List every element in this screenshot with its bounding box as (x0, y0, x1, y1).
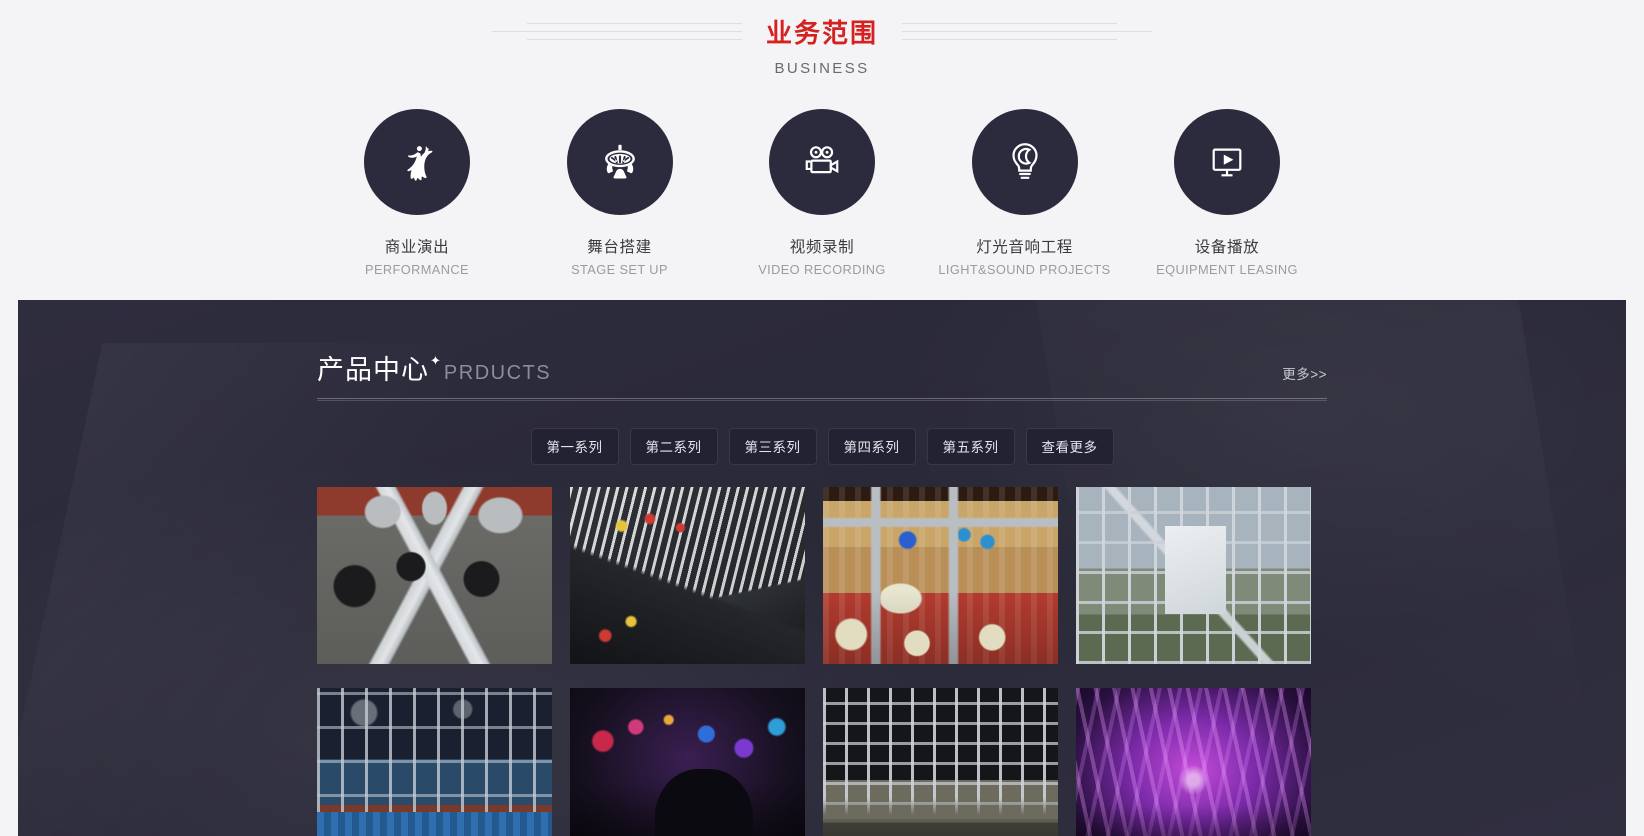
products-title-en: PRDUCTS (443, 362, 552, 384)
tab-series-5[interactable]: 第五系列 (926, 428, 1015, 465)
business-heading-en: BUSINESS (774, 60, 870, 77)
lightbulb-moon-icon (1011, 143, 1038, 179)
thumb-image (823, 688, 1058, 836)
service-icon-circle (769, 109, 875, 215)
products-header: 产品中心✦ PRDUCTS 更多>> (317, 348, 1327, 398)
service-label-cn: 商业演出 (384, 239, 450, 256)
products-section: 产品中心✦ PRDUCTS 更多>> 第一系列 第二系列 第三系列 第四系列 第… (18, 300, 1626, 836)
service-label-en: STAGE SET UP (571, 262, 668, 277)
service-icon-circle (364, 109, 470, 215)
tab-series-1[interactable]: 第一系列 (530, 428, 619, 465)
service-item-video-recording[interactable]: 视频录制 VIDEO RECORDING (722, 109, 922, 277)
service-label-cn: 视频录制 (789, 239, 855, 256)
thumb-image (570, 487, 805, 664)
products-title-wrap: 产品中心✦ PRDUCTS (317, 348, 551, 387)
business-heading-block: 业务范围 BUSINESS (0, 0, 1644, 77)
product-thumb-stage-lighting-par-cans[interactable] (317, 487, 552, 664)
sparkle-icon: ✦ (430, 353, 442, 368)
service-label-cn: 舞台搭建 (587, 239, 652, 256)
tab-view-more[interactable]: 查看更多 (1025, 428, 1114, 465)
product-thumb-audio-mixing-console[interactable] (570, 487, 805, 664)
thumb-image (317, 487, 552, 664)
stadium-icon (604, 144, 635, 179)
thumb-image (570, 688, 805, 836)
service-label-en: PERFORMANCE (365, 262, 469, 277)
products-header-divider (317, 398, 1327, 401)
product-thumb-purple-concert-stage-lights[interactable] (1076, 688, 1311, 836)
service-item-equipment-leasing[interactable]: 设备播放 EQUIPMENT LEASING (1127, 109, 1327, 277)
service-icon-circle (971, 109, 1078, 215)
service-label-cn: 灯光音响工程 (976, 239, 1073, 256)
service-item-stage-setup[interactable]: 舞台搭建 STAGE SET UP (520, 109, 720, 277)
thumb-image (1076, 688, 1311, 836)
product-thumb-indoor-banquet-truss-stage[interactable] (823, 487, 1058, 664)
service-item-performance[interactable]: 商业演出 PERFORMANCE (317, 109, 517, 277)
product-gallery (317, 487, 1327, 836)
series-tabs: 第一系列 第二系列 第三系列 第四系列 第五系列 查看更多 (317, 428, 1327, 465)
product-thumb-dj-booth-night-event[interactable] (570, 688, 805, 836)
tab-series-3[interactable]: 第三系列 (728, 428, 817, 465)
service-label-en: LIGHT&SOUND PROJECTS (938, 262, 1111, 277)
tab-series-4[interactable]: 第四系列 (827, 428, 916, 465)
products-title-cn-text: 产品中心 (317, 355, 429, 385)
products-title-cn: 产品中心✦ (317, 348, 441, 387)
thumb-image (823, 487, 1058, 664)
product-thumb-indoor-arena-truss-stage[interactable] (317, 688, 552, 836)
dancer-icon (407, 146, 433, 181)
service-item-light-sound[interactable]: 灯光音响工程 LIGHT&SOUND PROJECTS (925, 109, 1125, 277)
heading-decoration-right (902, 22, 1152, 40)
business-section: 业务范围 BUSINESS 商业演出 PERFORMANCE 舞台搭建 STAG… (0, 0, 1644, 300)
service-label-en: EQUIPMENT LEASING (1156, 262, 1298, 277)
service-icon-circle (1174, 109, 1280, 215)
services-list: 商业演出 PERFORMANCE 舞台搭建 STAGE SET UP 视频录制 … (317, 109, 1327, 277)
products-inner: 产品中心✦ PRDUCTS 更多>> 第一系列 第二系列 第三系列 第四系列 第… (317, 300, 1327, 836)
service-label-en: VIDEO RECORDING (758, 262, 886, 277)
service-label-cn: 设备播放 (1194, 239, 1260, 256)
thumb-image (317, 688, 552, 836)
more-link[interactable]: 更多>> (1282, 363, 1327, 387)
service-icon-circle (566, 109, 673, 215)
product-thumb-large-scaffold-stage-wall[interactable] (823, 688, 1058, 836)
business-heading-cn: 业务范围 (765, 17, 878, 48)
movie-camera-icon (805, 146, 839, 174)
business-heading-row: 业务范围 (0, 10, 1644, 52)
product-thumb-outdoor-scaffold-stage-build[interactable] (1076, 487, 1311, 664)
monitor-play-icon (1212, 148, 1242, 177)
thumb-image (1076, 487, 1311, 664)
tab-series-2[interactable]: 第二系列 (629, 428, 718, 465)
heading-decoration-left (491, 22, 742, 40)
